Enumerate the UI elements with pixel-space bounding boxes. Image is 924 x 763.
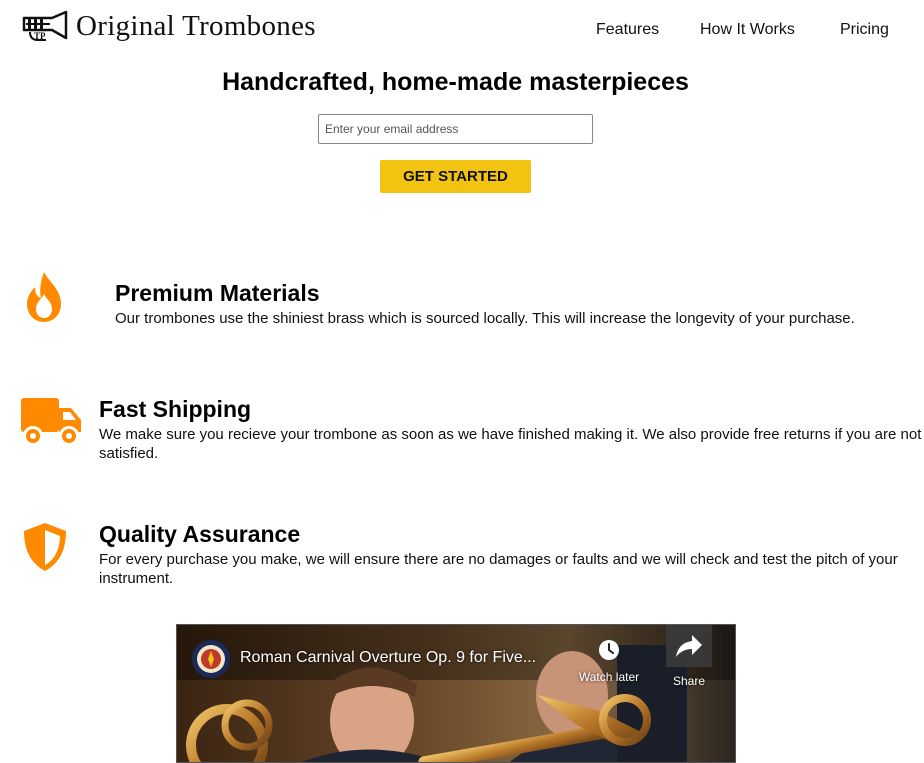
logo[interactable]: TP Original Trombones <box>22 8 316 44</box>
email-input[interactable] <box>318 114 593 144</box>
share-label: Share <box>672 674 706 688</box>
feature-title-quality-assurance: Quality Assurance <box>99 521 301 547</box>
watch-later-button[interactable]: Watch later <box>569 639 649 684</box>
feature-title-premium-materials: Premium Materials <box>115 280 320 306</box>
feature-desc-fast-shipping: We make sure you recieve your trombone a… <box>99 426 922 462</box>
site-header: TP Original Trombones Features How It Wo… <box>0 0 924 60</box>
feature-desc-quality-assurance: For every purchase you make, we will ens… <box>99 551 898 587</box>
video-player[interactable]: Roman Carnival Overture Op. 9 for Five..… <box>176 624 736 763</box>
channel-avatar[interactable] <box>192 640 230 678</box>
feature-title-fast-shipping: Fast Shipping <box>99 396 252 422</box>
share-button[interactable]: Share <box>666 625 712 693</box>
logo-text: Original Trombones <box>76 10 316 42</box>
nav-how-it-works[interactable]: How It Works <box>700 21 795 39</box>
nav-pricing[interactable]: Pricing <box>840 21 889 39</box>
hero-title: Handcrafted, home-made masterpieces <box>222 68 689 96</box>
trumpet-logo-icon: TP <box>22 10 68 41</box>
svg-text:TP: TP <box>34 31 46 41</box>
watch-later-label: Watch later <box>578 670 640 684</box>
get-started-button[interactable]: GET STARTED <box>380 160 531 193</box>
fire-icon <box>27 272 61 322</box>
feature-desc-premium-materials: Our trombones use the shiniest brass whi… <box>115 310 855 327</box>
video-thumbnail[interactable] <box>177 625 736 763</box>
clock-icon <box>599 640 619 660</box>
video-title[interactable]: Roman Carnival Overture Op. 9 for Five..… <box>240 649 536 667</box>
shield-icon <box>24 523 66 571</box>
share-arrow-icon <box>666 625 712 667</box>
truck-icon <box>21 398 81 446</box>
nav-features[interactable]: Features <box>596 21 659 39</box>
